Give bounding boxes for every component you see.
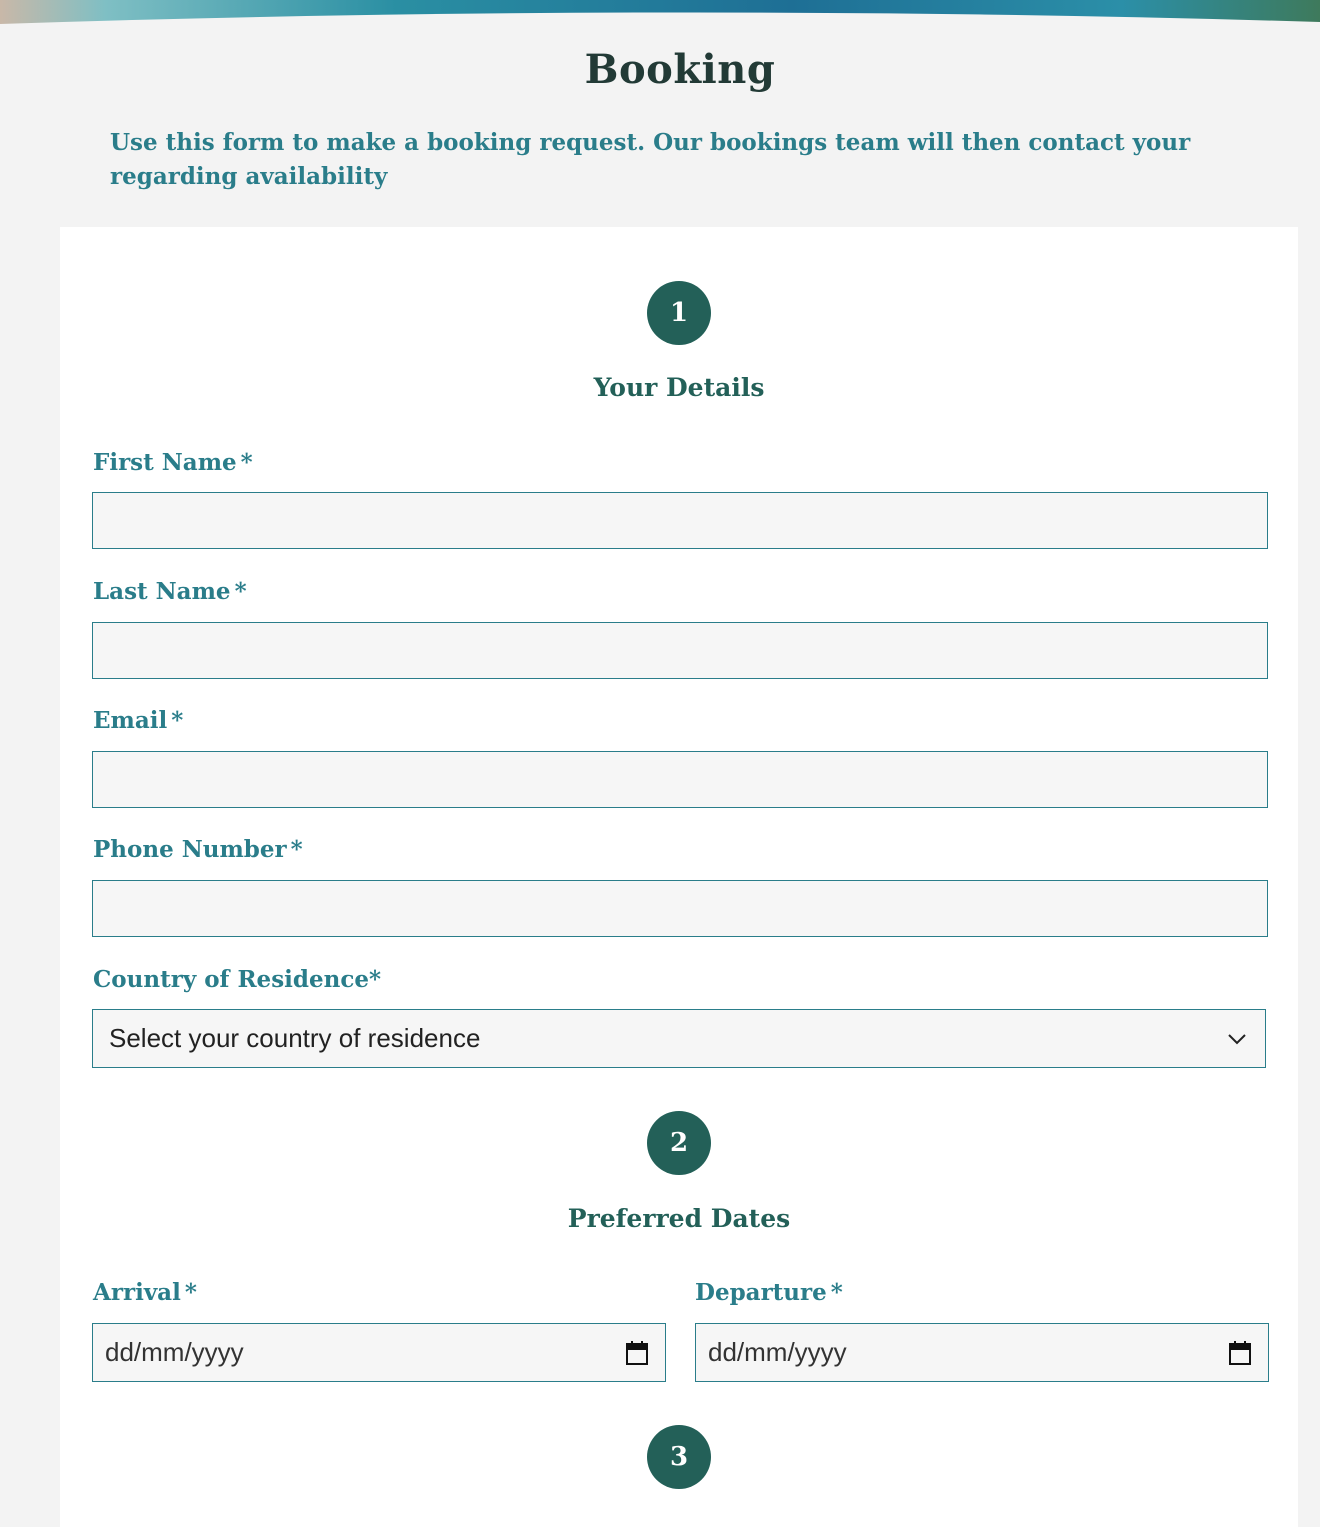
departure-label-text: Departure [695, 1279, 827, 1306]
required-mark: * [234, 578, 247, 605]
chevron-down-icon [1228, 1033, 1246, 1044]
phone-label-text: Phone Number [93, 836, 287, 863]
country-label: Country of Residence* [93, 966, 381, 993]
calendar-icon[interactable] [1228, 1340, 1252, 1366]
required-mark: * [240, 449, 253, 476]
first-name-label-text: First Name [93, 449, 237, 476]
first-name-label: First Name * [93, 449, 253, 476]
first-name-input[interactable] [92, 492, 1268, 549]
arrival-date-value: dd/mm/yyyy [105, 1337, 244, 1367]
required-mark: * [171, 707, 184, 734]
arrival-date-input[interactable]: dd/mm/yyyy [92, 1323, 666, 1382]
email-label: Email * [93, 707, 183, 734]
page-title: Booking [584, 46, 776, 93]
step-1-title: Your Details [593, 373, 765, 402]
step-3-badge: 3 [647, 1425, 711, 1489]
arrival-label-text: Arrival [93, 1279, 181, 1306]
step-2-title: Preferred Dates [567, 1204, 791, 1233]
country-select[interactable]: Select your country of residence [92, 1009, 1266, 1068]
phone-label: Phone Number * [93, 836, 303, 863]
last-name-label-text: Last Name [93, 578, 231, 605]
departure-label: Departure * [695, 1279, 843, 1306]
country-select-value: Select your country of residence [109, 1023, 481, 1053]
booking-form: 1 Your Details First Name * Last Name * Em… [60, 227, 1298, 1527]
calendar-icon[interactable] [625, 1340, 649, 1366]
email-input[interactable] [92, 751, 1268, 808]
departure-date-value: dd/mm/yyyy [708, 1337, 847, 1367]
phone-input[interactable] [92, 880, 1268, 937]
last-name-label: Last Name * [93, 578, 247, 605]
step-2-badge: 2 [647, 1111, 711, 1175]
step-1-badge: 1 [647, 281, 711, 345]
required-mark: * [184, 1279, 197, 1306]
intro-text: Use this form to make a booking request.… [110, 129, 1191, 190]
arrival-label: Arrival * [93, 1279, 197, 1306]
departure-date-input[interactable]: dd/mm/yyyy [695, 1323, 1269, 1382]
hero-image-strip [0, 0, 1320, 30]
last-name-input[interactable] [92, 622, 1268, 679]
required-mark: * [830, 1279, 843, 1306]
required-mark: * [290, 836, 303, 863]
email-label-text: Email [93, 707, 168, 734]
